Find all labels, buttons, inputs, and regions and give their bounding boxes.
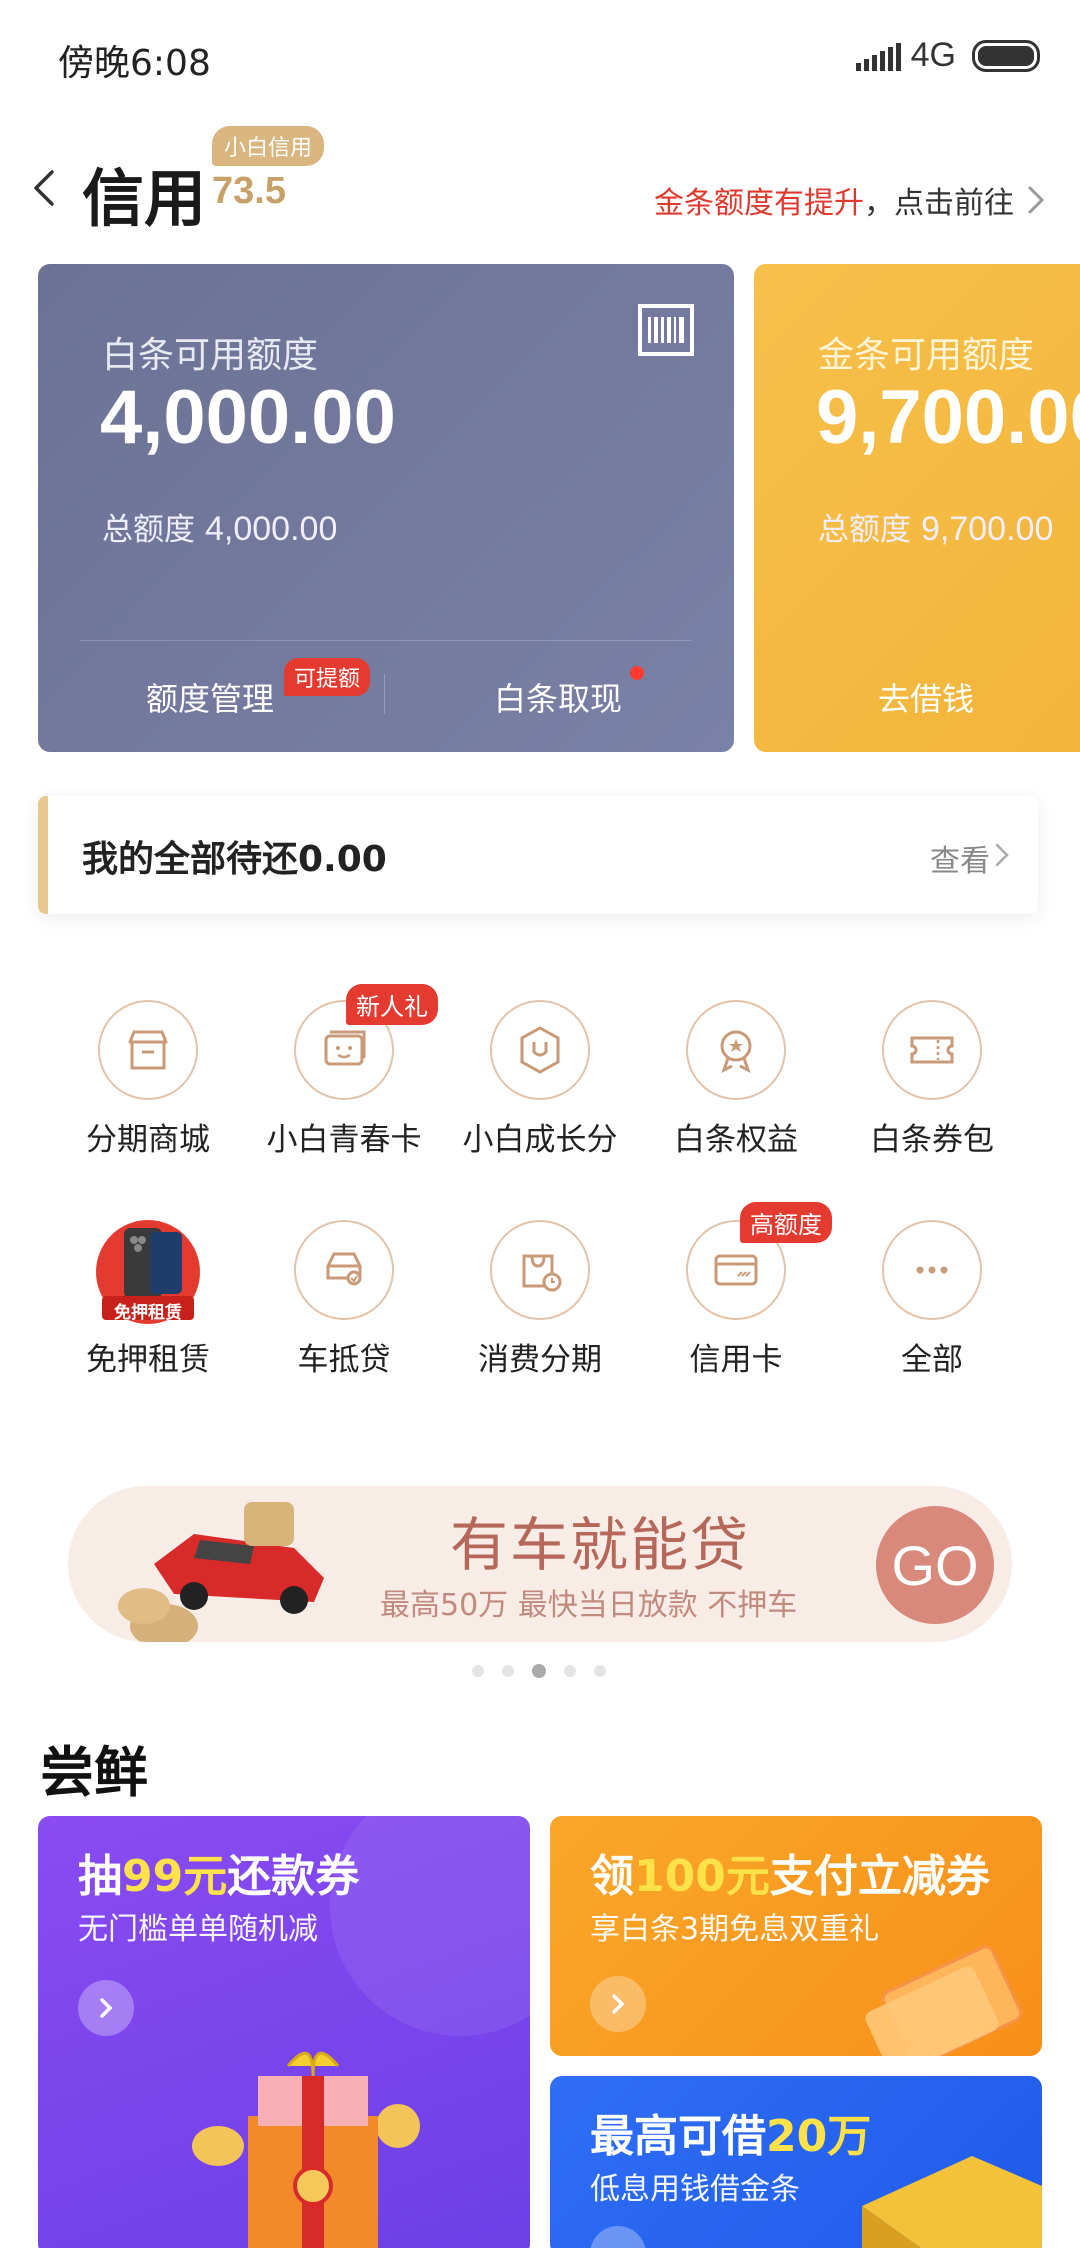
tile-head-b: 还款券 [227,1851,360,1902]
grid-item-all[interactable]: 全部 [834,1220,1030,1379]
grid-item-credit-card[interactable]: 信用卡 高额度 [638,1202,834,1379]
card-divider [80,640,692,641]
banner-subtitle: 最高50万 最快当日放款 不押车 [380,1588,798,1623]
ticket-icon [882,1000,982,1100]
grid-label: 白条券包 [870,1122,994,1158]
chevron-right-icon[interactable] [994,842,1010,868]
button-divider [384,674,385,714]
grid-label: 分期商城 [86,1122,210,1158]
carousel-indicator [472,1664,606,1678]
status-time: 傍晚6:08 [58,43,211,84]
chevron-right-icon[interactable] [1026,184,1046,216]
phone-rental-icon: 免押租赁 [94,1218,202,1326]
grid-label: 全部 [901,1342,963,1378]
grid-item-youth-card[interactable]: 小白青春卡 新人礼 [246,984,442,1159]
gift-box-image [192,2051,420,2248]
tile-arrow-bg [590,2226,646,2248]
grid-label: 白条权益 [674,1122,798,1158]
arrow-right-icon[interactable] [78,1980,134,2036]
grid-label: 车抵贷 [297,1342,391,1378]
jintiao-card[interactable]: 金条可用额度 9,700.00 总额度 9,700.00 去借钱 [754,264,1080,752]
jintiao-amount: 9,700.00 [816,375,1080,460]
cash-withdraw-button[interactable]: 白条取现 [494,674,622,720]
banner-title: 有车就能贷 [450,1511,751,1579]
repay-total-text: 我的全部待还0.00 [82,839,387,880]
credit-badge: 小白信用 [212,126,325,166]
baitiao-total-label: 总额度 [102,512,195,548]
borrow-button[interactable]: 去借钱 [878,674,974,720]
jintiao-total-value: 9,700.00 [921,510,1054,548]
baitiao-label: 白条可用额度 [102,335,319,376]
gold-bar-image [862,2156,1042,2248]
repay-coupon-tile[interactable]: 抽99元还款券 无门槛单单随机减 [38,1816,530,2248]
tile-head-a: 抽 [78,1851,122,1902]
hexagon-badge-icon [490,1000,590,1100]
section-title: 尝鲜 [40,1741,148,1804]
credit-score[interactable]: 73.5 [212,170,286,213]
back-arrow-icon[interactable] [26,168,66,208]
baitiao-amount: 4,000.00 [100,375,396,460]
grid-item-rental[interactable]: 免押租赁 免押租赁 [50,1218,246,1379]
grid-item-car-loan[interactable]: 车抵贷 [246,1220,442,1379]
grid-label: 小白青春卡 [266,1122,422,1158]
grid-item-benefits[interactable]: 白条权益 [638,1000,834,1159]
grid-item-installment[interactable]: 消费分期 [442,1220,638,1379]
battery-icon [972,39,1040,72]
coupon-image [865,1945,1023,2056]
repay-summary[interactable]: 我的全部待还0.00 查看 [38,796,1038,914]
tile-head-a: 最高可借 [590,2111,766,2162]
promo-highlight: 金条额度有提升 [654,186,864,221]
more-dots-icon [882,1220,982,1320]
new-user-tag: 新人礼 [346,984,438,1025]
page-title: 信用 [82,162,207,235]
borrow-tile[interactable]: 最高可借20万 低息用钱借金条 [550,2076,1042,2248]
tile-subtitle: 无门槛单单随机减 [78,1912,318,1947]
tile-headline: 领100元支付立减券 [590,1840,990,1904]
signal-icon [855,41,901,71]
high-limit-tag: 高额度 [740,1202,832,1243]
car-icon [294,1220,394,1320]
repay-view-link[interactable]: 查看 [930,836,990,880]
grid-item-coupon[interactable]: 白条券包 [834,1000,1030,1159]
barcode-icon[interactable] [638,304,694,356]
rental-image-text: 免押租赁 [114,1303,182,1323]
baitiao-total: 总额度 4,000.00 [102,504,337,549]
red-car-image [118,1502,324,1642]
grid-label: 信用卡 [689,1342,783,1378]
car-loan-banner[interactable]: 有车就能贷 最高50万 最快当日放款 不押车 GO [68,1486,1012,1642]
go-button[interactable]: GO [876,1506,994,1624]
tile-head-highlight: 99元 [122,1851,228,1902]
tile-subtitle: 低息用钱借金条 [590,2172,800,2207]
tile-subtitle: 享白条3期免息双重礼 [590,1912,880,1947]
baitiao-card[interactable]: 白条可用额度 4,000.00 总额度 4,000.00 额度管理 可提额 白条取… [38,264,734,752]
jintiao-label: 金条可用额度 [818,335,1035,376]
grid-label: 免押租赁 [86,1342,210,1378]
bag-clock-icon [490,1220,590,1320]
promo-rest: ，点击前往 [864,186,1014,221]
raise-quota-tag: 可提额 [284,658,371,696]
status-icons: 4G [855,36,1040,75]
tile-head-b: 支付立减券 [769,1851,990,1902]
repay-accent [38,796,48,914]
medal-icon [686,1000,786,1100]
notification-dot [630,666,644,680]
grid-item-mall[interactable]: 分期商城 [50,1000,246,1159]
jintiao-total-label: 总额度 [818,512,911,548]
grid-label: 消费分期 [478,1342,602,1378]
jintiao-promo-link[interactable]: 金条额度有提升，点击前往 [654,178,1014,222]
pay-discount-tile[interactable]: 领100元支付立减券 享白条3期免息双重礼 [550,1816,1042,2056]
network-type: 4G [910,36,956,74]
jintiao-total: 总额度 9,700.00 [818,504,1053,549]
tile-head-a: 领 [590,1851,634,1902]
quota-manage-button[interactable]: 额度管理 [146,674,274,720]
grid-item-growth-score[interactable]: 小白成长分 [442,1000,638,1159]
tile-headline: 抽99元还款券 [78,1840,359,1904]
baitiao-total-value: 4,000.00 [205,510,338,548]
tile-head-highlight: 100元 [634,1851,770,1902]
arrow-right-icon[interactable] [590,1976,646,2032]
grid-label: 小白成长分 [462,1122,618,1158]
shop-icon [98,1000,198,1100]
